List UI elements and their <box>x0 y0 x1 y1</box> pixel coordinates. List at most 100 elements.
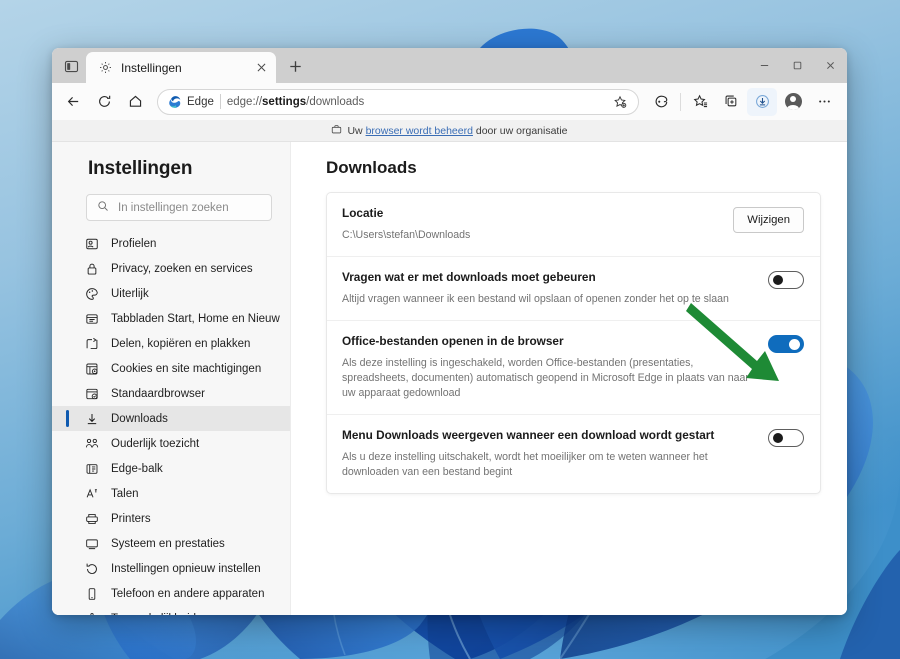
setting-row-open-office-files: Office-bestanden openen in de browser Al… <box>327 321 820 415</box>
minimize-button[interactable] <box>748 48 781 83</box>
toggle-ask-where-to-save[interactable] <box>768 270 804 289</box>
sidebar-item-label: Profielen <box>111 237 157 250</box>
setting-row-locatie: Locatie C:\Users\stefan\Downloads Wijzig… <box>327 193 820 257</box>
settings-search-input[interactable]: In instellingen zoeken <box>86 194 272 221</box>
sidebar-item-uiterlijk[interactable]: Uiterlijk <box>52 281 290 306</box>
address-bar-url: edge://settings/downloads <box>226 95 365 108</box>
sidebar-item-privacy[interactable]: Privacy, zoeken en services <box>52 256 290 281</box>
setting-title: Office-bestanden openen in de browser <box>342 333 564 348</box>
tab-actions-icon[interactable] <box>56 52 86 80</box>
setting-row-ask-where-to-save: Vragen wat er met downloads moet gebeure… <box>327 257 820 321</box>
family-icon <box>84 436 100 452</box>
sidebar-item-cookies[interactable]: Cookies en site machtigingen <box>52 356 290 381</box>
edge-brand-label: Edge <box>187 95 214 108</box>
page-title: Downloads <box>326 158 417 177</box>
toggle-knob <box>789 338 800 350</box>
collections-icon[interactable] <box>716 88 746 116</box>
sidebar-item-tabbladen[interactable]: Tabbladen Start, Home en Nieuw <box>52 306 290 331</box>
new-tab-icon[interactable] <box>281 52 309 80</box>
settings-content: Downloads Locatie C:\Users\stefan\Downlo… <box>291 142 847 615</box>
favorites-icon[interactable] <box>685 88 715 116</box>
change-location-button[interactable]: Wijzigen <box>733 207 804 233</box>
download-icon <box>84 411 100 427</box>
sidebar-item-standaardbrowser[interactable]: Standaardbrowser <box>52 381 290 406</box>
sidebar-item-label: Ouderlijk toezicht <box>111 437 200 450</box>
sidebar-item-label: Uiterlijk <box>111 287 149 300</box>
managed-banner-text: Uw browser wordt beheerd door uw organis… <box>347 124 568 137</box>
back-icon[interactable] <box>58 88 88 116</box>
default-browser-icon <box>84 386 100 402</box>
sidebar-item-downloads[interactable]: Downloads <box>52 406 290 431</box>
sidebar-item-label: Talen <box>111 487 139 500</box>
copilot-icon[interactable] <box>646 88 676 116</box>
sidebar-item-label: Standaardbrowser <box>111 387 205 400</box>
avatar <box>784 93 802 110</box>
phone-icon <box>84 586 100 602</box>
reset-icon <box>84 561 100 577</box>
close-tab-icon[interactable] <box>252 59 270 77</box>
edge-bar-icon <box>84 461 100 477</box>
edge-brand: Edge <box>168 95 214 109</box>
browser-tab-active[interactable]: Instellingen <box>86 52 276 83</box>
setting-row-show-downloads-menu: Menu Downloads weergeven wanneer een dow… <box>327 415 820 493</box>
appearance-icon <box>84 286 100 302</box>
close-window-button[interactable] <box>814 48 847 83</box>
sidebar-item-label: Systeem en prestaties <box>111 537 225 550</box>
sidebar-item-label: Toegankelijkheid <box>111 613 196 616</box>
setting-title: Menu Downloads weergeven wanneer een dow… <box>342 427 715 442</box>
tabs-icon <box>84 311 100 327</box>
tab-title: Instellingen <box>121 60 182 75</box>
maximize-button[interactable] <box>781 48 814 83</box>
refresh-icon[interactable] <box>89 88 119 116</box>
printer-icon <box>84 511 100 527</box>
sidebar-item-label: Instellingen opnieuw instellen <box>111 562 261 575</box>
setting-description: Als deze instelling is ingeschakeld, wor… <box>342 356 749 399</box>
settings-search-placeholder: In instellingen zoeken <box>118 201 229 214</box>
sidebar-item-label: Delen, kopiëren en plakken <box>111 337 251 350</box>
sidebar-item-label: Downloads <box>111 412 168 425</box>
sidebar-item-delen[interactable]: Delen, kopiëren en plakken <box>52 331 290 356</box>
sidebar-item-label: Privacy, zoeken en services <box>111 262 253 275</box>
managed-banner-link[interactable]: browser wordt beheerd <box>366 125 473 137</box>
sidebar-item-telefoon[interactable]: Telefoon en andere apparaten <box>52 581 290 606</box>
system-icon <box>84 536 100 552</box>
sidebar-item-toegankelijkheid[interactable]: Toegankelijkheid <box>52 606 290 615</box>
sidebar-item-systeem[interactable]: Systeem en prestaties <box>52 531 290 556</box>
briefcase-icon <box>331 122 342 140</box>
accessibility-icon <box>84 611 100 615</box>
toggle-knob <box>772 275 783 286</box>
sidebar-item-label: Cookies en site machtigingen <box>111 362 262 375</box>
sidebar-item-label: Tabbladen Start, Home en Nieuw <box>111 312 280 325</box>
settings-sidebar: Instellingen In instellingen zoeken Prof… <box>52 142 291 615</box>
address-bar[interactable]: Edge edge://settings/downloads <box>157 88 639 115</box>
more-options-icon[interactable] <box>809 88 839 116</box>
downloads-settings-card: Locatie C:\Users\stefan\Downloads Wijzig… <box>326 192 821 494</box>
sidebar-item-printers[interactable]: Printers <box>52 506 290 531</box>
edge-browser-window: Instellingen Edge edge://settings/downlo… <box>52 48 847 615</box>
add-favorite-icon[interactable] <box>608 91 632 113</box>
languages-icon <box>84 486 100 502</box>
toggle-knob <box>772 433 783 444</box>
omnibox-divider <box>219 94 221 109</box>
sidebar-item-edge-balk[interactable]: Edge-balk <box>52 456 290 481</box>
sidebar-item-profielen[interactable]: Profielen <box>52 231 290 256</box>
settings-nav: Profielen Privacy, zoeken en services Ui… <box>52 231 290 615</box>
tab-strip: Instellingen <box>52 48 847 83</box>
sidebar-item-label: Printers <box>111 512 151 525</box>
sidebar-item-instellingen-opnieuw[interactable]: Instellingen opnieuw instellen <box>52 556 290 581</box>
toggle-open-office-files[interactable] <box>768 334 804 353</box>
toggle-show-downloads-menu[interactable] <box>768 428 804 447</box>
settings-page: Instellingen In instellingen zoeken Prof… <box>52 142 847 615</box>
sidebar-item-talen[interactable]: Talen <box>52 481 290 506</box>
sidebar-item-ouderlijk-toezicht[interactable]: Ouderlijk toezicht <box>52 431 290 456</box>
home-icon[interactable] <box>120 88 150 116</box>
downloads-icon[interactable] <box>747 87 777 116</box>
search-icon <box>97 199 109 217</box>
profile-avatar[interactable] <box>778 88 808 116</box>
profiles-icon <box>84 236 100 252</box>
cookies-icon <box>84 361 100 377</box>
setting-description: C:\Users\stefan\Downloads <box>342 228 471 241</box>
setting-title: Locatie <box>342 206 384 220</box>
toolbar-right-actions <box>646 87 839 116</box>
toolbar-divider <box>680 92 681 111</box>
